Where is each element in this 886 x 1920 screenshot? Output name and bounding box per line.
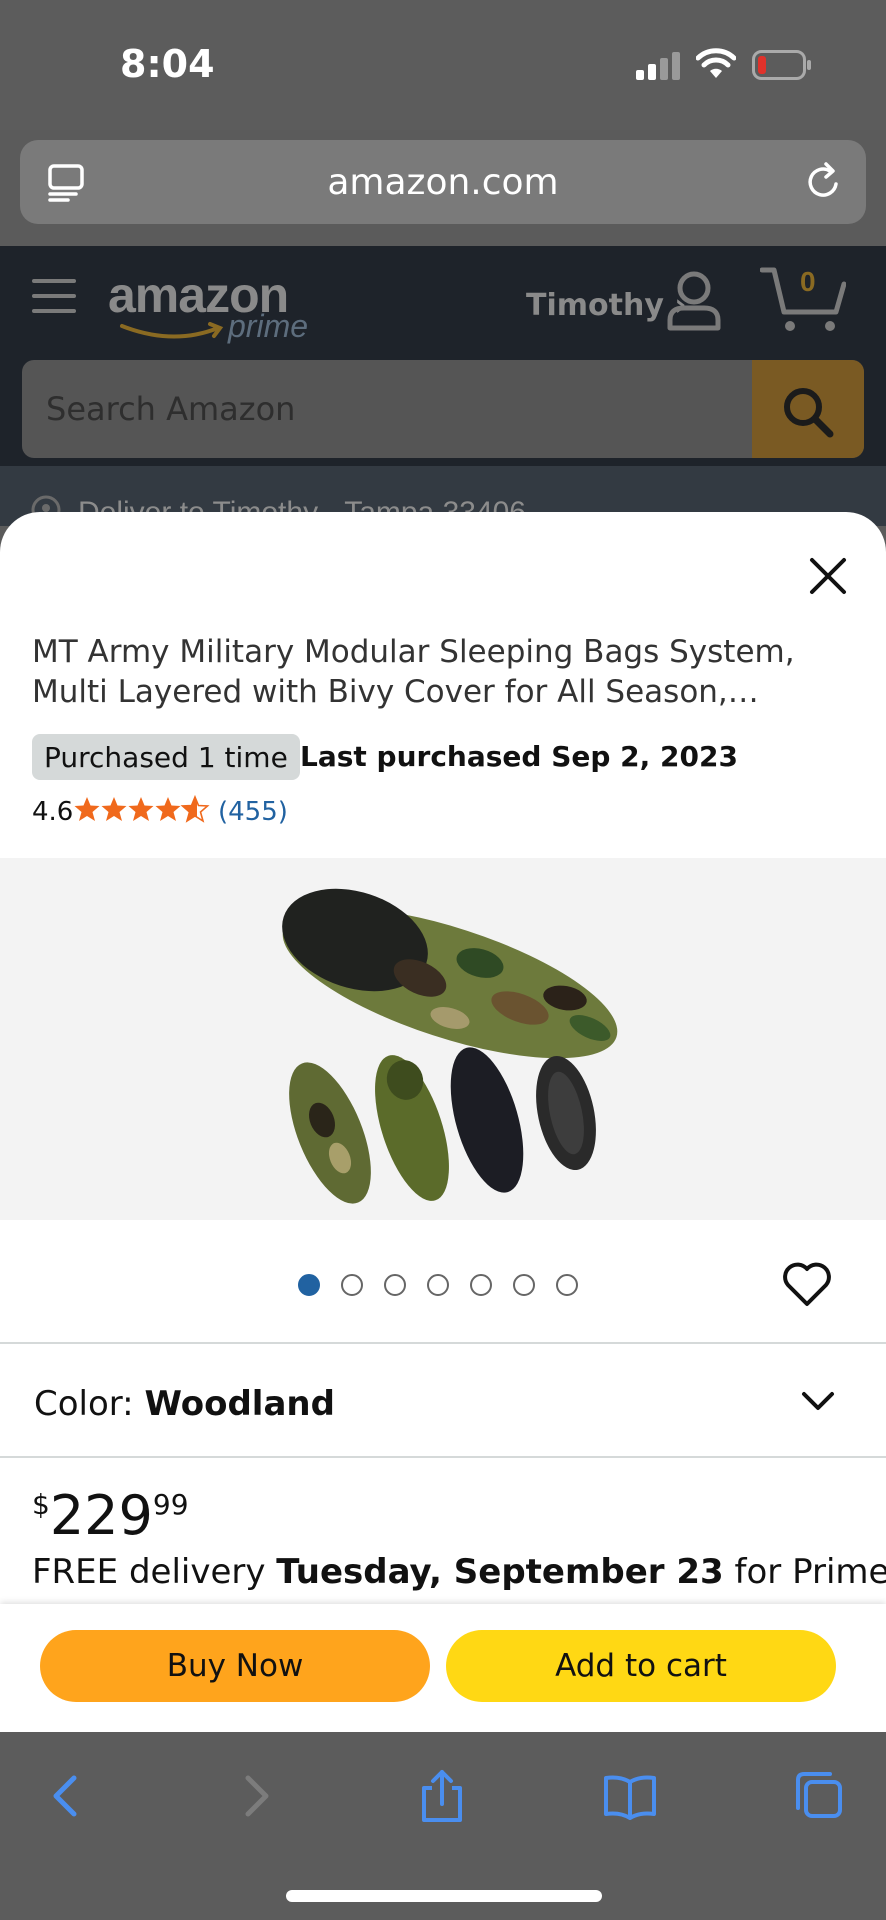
- status-bar: 8:04: [0, 0, 886, 130]
- smile-arrow-icon: [120, 322, 224, 339]
- status-time: 8:04: [120, 42, 215, 86]
- purchased-badge: Purchased 1 time: [32, 734, 300, 780]
- price-fraction: 99: [152, 1488, 189, 1521]
- chevron-down-icon: [802, 1392, 834, 1410]
- back-icon[interactable]: [38, 1768, 94, 1824]
- reload-icon[interactable]: [802, 160, 846, 204]
- search-icon: [784, 388, 834, 438]
- hamburger-menu-icon[interactable]: [32, 276, 76, 316]
- price-whole: 229: [49, 1484, 153, 1547]
- browser-toolbar: [0, 1732, 886, 1920]
- last-purchased-text: Last purchased Sep 2, 2023: [300, 740, 738, 773]
- search-input[interactable]: Search Amazon: [46, 390, 295, 428]
- review-count-link[interactable]: (455): [218, 797, 288, 827]
- search-bar[interactable]: Search Amazon: [22, 360, 864, 458]
- buy-now-button[interactable]: Buy Now: [40, 1630, 430, 1702]
- cart-count: 0: [800, 266, 816, 297]
- color-value: Woodland: [144, 1384, 335, 1424]
- delivery-date: Tuesday, September 23: [276, 1552, 724, 1592]
- color-label: Color: Woodland: [34, 1384, 335, 1424]
- product-bottom-sheet: MT Army Military Modular Sleeping Bags S…: [0, 512, 886, 1732]
- bookmarks-icon[interactable]: [602, 1768, 658, 1824]
- tabs-icon[interactable]: [790, 1768, 846, 1824]
- carousel-dot-4[interactable]: [427, 1274, 449, 1296]
- heart-icon[interactable]: [782, 1260, 832, 1308]
- product-image[interactable]: [0, 858, 886, 1220]
- carousel-dot-6[interactable]: [513, 1274, 535, 1296]
- sleeping-bag-image: [282, 888, 618, 1204]
- account-icon[interactable]: [664, 270, 724, 332]
- carousel-dot-2[interactable]: [341, 1274, 363, 1296]
- carousel-dot-3[interactable]: [384, 1274, 406, 1296]
- address-bar[interactable]: amazon.com: [20, 140, 866, 224]
- amazon-logo[interactable]: amazon prime: [108, 266, 318, 346]
- product-title[interactable]: MT Army Military Modular Sleeping Bags S…: [32, 632, 852, 712]
- cellular-signal-icon: [636, 52, 680, 80]
- carousel-dot-5[interactable]: [470, 1274, 492, 1296]
- color-selector[interactable]: Color: Woodland: [0, 1344, 886, 1458]
- forward-icon[interactable]: [228, 1768, 284, 1824]
- price: $22999: [32, 1484, 189, 1547]
- logo-prime: prime: [228, 308, 309, 344]
- add-to-cart-button[interactable]: Add to cart: [446, 1630, 836, 1702]
- share-icon[interactable]: [414, 1768, 470, 1824]
- divider: [0, 1456, 886, 1458]
- close-icon[interactable]: [800, 548, 856, 604]
- account-name[interactable]: Timothy ›: [526, 288, 687, 323]
- rating-value: 4.6: [32, 797, 74, 827]
- carousel-dot-7[interactable]: [556, 1274, 578, 1296]
- wifi-icon: [696, 48, 736, 78]
- carousel-dot-1[interactable]: [298, 1274, 320, 1296]
- amazon-header: amazon prime Timothy › 0 Search Amazon: [0, 246, 886, 466]
- star-rating-icon[interactable]: [74, 794, 212, 824]
- search-button[interactable]: [752, 360, 864, 458]
- purchase-action-bar: Buy Now Add to cart: [0, 1604, 886, 1732]
- url-text: amazon.com: [327, 162, 559, 203]
- battery-icon: [752, 50, 811, 80]
- home-indicator: [286, 1890, 602, 1902]
- delivery-info: FREE delivery Tuesday, September 23 for …: [32, 1552, 886, 1592]
- price-symbol: $: [32, 1488, 50, 1521]
